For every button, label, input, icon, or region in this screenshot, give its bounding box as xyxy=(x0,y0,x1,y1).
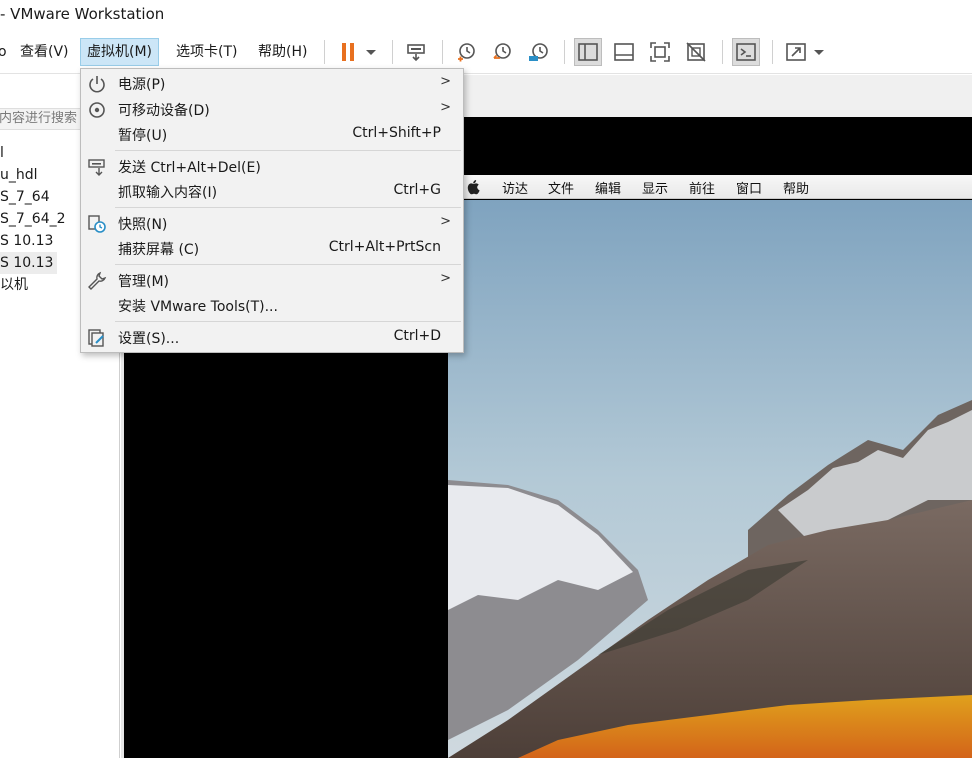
snapshot-revert-icon xyxy=(493,43,511,59)
vm-menu-label: 捕获屏幕 (C) xyxy=(118,242,200,258)
mac-menu-window[interactable]: 窗口 xyxy=(736,178,762,197)
guest-mac-menubar: 访达 文件 编辑 显示 前往 窗口 帮助 xyxy=(448,175,972,199)
unity-button[interactable] xyxy=(682,38,710,66)
vm-menu-shortcut: Ctrl+Alt+PrtScn xyxy=(328,239,441,255)
dropdown-arrow-icon xyxy=(366,50,376,55)
fit-guest-button[interactable] xyxy=(646,38,674,66)
vm-menu-item-capture-screen[interactable]: 捕获屏幕 (C) Ctrl+Alt+PrtScn xyxy=(81,236,463,261)
window-title: - VMware Workstation xyxy=(0,5,165,23)
mac-menu-view[interactable]: 显示 xyxy=(642,178,668,197)
send-keys-icon xyxy=(88,159,105,176)
library-item[interactable]: S 10.13 xyxy=(0,230,53,252)
removable-device-icon xyxy=(89,102,105,118)
vm-menu-label: 可移动设备(D) xyxy=(118,103,210,119)
fullscreen-dropdown-button[interactable] xyxy=(808,38,830,66)
power-icon xyxy=(89,76,105,93)
fit-guest-icon xyxy=(650,42,670,62)
menu-separator xyxy=(115,150,461,151)
menu-file-partial[interactable]: o xyxy=(0,38,13,66)
vm-menu-dropdown: 电源(P) > 可移动设备(D) > 暂停(U) Ctrl+Shift+P 发送… xyxy=(80,68,464,353)
vm-menu-item-manage[interactable]: 管理(M) > xyxy=(81,268,463,293)
mountain-wallpaper-image xyxy=(448,200,972,758)
console-view-button[interactable] xyxy=(732,38,760,66)
submenu-arrow-icon: > xyxy=(440,74,451,89)
vm-menu-label: 暂停(U) xyxy=(118,128,168,144)
snapshot-icon xyxy=(88,215,106,233)
submenu-arrow-icon: > xyxy=(440,100,451,115)
toolbar-separator xyxy=(442,40,443,64)
mac-menu-finder[interactable]: 访达 xyxy=(502,178,528,197)
vm-menu-item-power[interactable]: 电源(P) > xyxy=(81,71,463,96)
toolbar-separator xyxy=(392,40,393,64)
console-icon xyxy=(736,43,756,61)
guest-desktop-wallpaper xyxy=(448,200,972,758)
vm-menu-item-grab-input[interactable]: 抓取输入内容(I) Ctrl+G xyxy=(81,179,463,204)
send-ctrl-alt-del-icon xyxy=(407,44,425,62)
mac-menu-go[interactable]: 前往 xyxy=(689,178,715,197)
wrench-icon xyxy=(88,271,107,290)
vm-menu-shortcut: Ctrl+Shift+P xyxy=(352,125,441,141)
vm-menu-item-removable-devices[interactable]: 可移动设备(D) > xyxy=(81,97,463,122)
title-bar: - VMware Workstation xyxy=(0,0,972,30)
show-thumbnail-bar-icon xyxy=(614,43,634,61)
unity-disabled-icon xyxy=(686,42,706,62)
vm-menu-label: 设置(S)... xyxy=(118,331,180,347)
menu-vm[interactable]: 虚拟机(M) xyxy=(80,38,160,66)
fullscreen-icon xyxy=(786,43,806,61)
library-item[interactable]: l xyxy=(0,142,4,164)
toolbar-separator xyxy=(722,40,723,64)
library-item[interactable]: S_7_64_2 xyxy=(0,208,66,230)
vm-menu-shortcut: Ctrl+D xyxy=(393,328,441,344)
snapshot-manager-button[interactable] xyxy=(524,38,552,66)
pause-icon xyxy=(342,43,354,61)
submenu-arrow-icon: > xyxy=(440,271,451,286)
vm-menu-item-install-vmware-tools[interactable]: 安装 VMware Tools(T)... xyxy=(81,293,463,318)
toolbar-separator xyxy=(564,40,565,64)
menu-tabs[interactable]: 选项卡(T) xyxy=(170,38,243,66)
toolbar-separator xyxy=(324,40,325,64)
library-item[interactable]: 以机 xyxy=(0,274,28,296)
apple-logo-icon[interactable] xyxy=(466,179,480,195)
vm-menu-item-settings[interactable]: 设置(S)... Ctrl+D xyxy=(81,325,463,350)
vm-menu-label: 抓取输入内容(I) xyxy=(118,185,218,201)
vm-menu-item-send-ctrl-alt-del[interactable]: 发送 Ctrl+Alt+Del(E) xyxy=(81,154,463,179)
menu-separator xyxy=(115,321,461,322)
show-library-button[interactable] xyxy=(574,38,602,66)
settings-icon xyxy=(88,329,104,347)
menu-separator xyxy=(115,207,461,208)
library-item-selected[interactable]: S 10.13 xyxy=(0,252,58,274)
menu-help[interactable]: 帮助(H) xyxy=(252,38,313,66)
pause-button[interactable] xyxy=(334,38,362,66)
mac-menu-edit[interactable]: 编辑 xyxy=(595,178,621,197)
send-ctrl-alt-del-button[interactable] xyxy=(402,38,430,66)
library-item[interactable]: S_7_64 xyxy=(0,186,50,208)
menu-view[interactable]: 查看(V) xyxy=(14,38,75,66)
mac-menu-help[interactable]: 帮助 xyxy=(783,178,809,197)
vm-menu-shortcut: Ctrl+G xyxy=(393,182,442,198)
mac-menu-file[interactable]: 文件 xyxy=(548,178,574,197)
snapshot-manager-icon xyxy=(529,43,548,61)
power-dropdown-button[interactable] xyxy=(360,38,382,66)
menu-separator xyxy=(115,264,461,265)
snapshot-take-icon xyxy=(458,43,475,62)
dropdown-arrow-icon xyxy=(814,50,824,55)
fullscreen-button[interactable] xyxy=(782,38,810,66)
toolbar-separator xyxy=(772,40,773,64)
vm-menu-label: 快照(N) xyxy=(118,217,168,233)
vm-menu-label: 安装 VMware Tools(T)... xyxy=(118,299,278,315)
library-item[interactable]: u_hdl xyxy=(0,164,38,186)
submenu-arrow-icon: > xyxy=(440,214,451,229)
vm-menu-label: 管理(M) xyxy=(118,274,170,290)
vm-menu-item-pause[interactable]: 暂停(U) Ctrl+Shift+P xyxy=(81,122,463,147)
show-library-icon xyxy=(578,43,598,61)
vm-menu-item-snapshot[interactable]: 快照(N) > xyxy=(81,211,463,236)
revert-snapshot-button[interactable] xyxy=(488,38,516,66)
take-snapshot-button[interactable] xyxy=(452,38,480,66)
show-thumbnail-bar-button[interactable] xyxy=(610,38,638,66)
vm-menu-label: 发送 Ctrl+Alt+Del(E) xyxy=(118,160,261,176)
vm-menu-label: 电源(P) xyxy=(118,77,166,93)
